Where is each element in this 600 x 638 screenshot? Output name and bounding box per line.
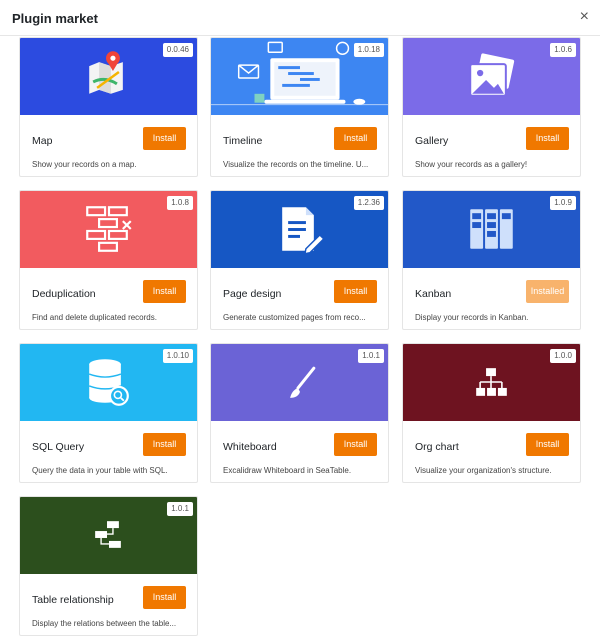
version-badge: 1.0.8 xyxy=(167,196,193,210)
install-button[interactable]: Install xyxy=(526,433,569,456)
version-badge: 1.2.36 xyxy=(353,196,384,210)
plugin-name: Table relationship xyxy=(32,594,114,606)
plugin-banner: 1.2.36 xyxy=(211,191,388,268)
plugin-description: Excalidraw Whiteboard in SeaTable. xyxy=(223,466,352,475)
version-badge: 0.0.46 xyxy=(162,43,193,57)
plugin-card-whiteboard: 1.0.1 Whiteboard Install Excalidraw Whit… xyxy=(210,343,389,483)
install-button[interactable]: Install xyxy=(526,127,569,150)
plugin-name: Deduplication xyxy=(32,288,96,300)
version-badge: 1.0.1 xyxy=(167,502,193,516)
close-icon[interactable]: × xyxy=(580,9,589,25)
plugin-description: Query the data in your table with SQL. xyxy=(32,466,168,475)
plugin-card-kanban: 1.0.9 Kanban Installed Display your reco… xyxy=(402,190,581,330)
plugin-description: Generate customized pages from reco... xyxy=(223,313,366,322)
plugin-description: Find and delete duplicated records. xyxy=(32,313,157,322)
install-button[interactable]: Install xyxy=(143,127,186,150)
plugin-card-table-relationship: 1.0.1 Table relationship Install Display… xyxy=(19,496,198,636)
plugin-description: Show your records as a gallery! xyxy=(415,160,528,169)
plugin-card-sql-query: 1.0.10 SQL Query Install Query the data … xyxy=(19,343,198,483)
version-badge: 1.0.9 xyxy=(550,196,576,210)
plugin-card-page-design: 1.2.36 Page design Install Generate cust… xyxy=(210,190,389,330)
plugin-card-gallery: 1.0.6 Gallery Install Show your records … xyxy=(402,37,581,177)
plugin-name: Timeline xyxy=(223,135,263,147)
plugin-card-map: 0.0.46 Map Install Show your records on … xyxy=(19,37,198,177)
plugin-banner: 1.0.18 xyxy=(211,38,388,115)
plugin-card-org-chart: 1.0.0 Org chart Install Visualize your o… xyxy=(402,343,581,483)
install-button[interactable]: Install xyxy=(143,280,186,303)
version-badge: 1.0.6 xyxy=(550,43,576,57)
install-button[interactable]: Install xyxy=(143,433,186,456)
installed-button[interactable]: Installed xyxy=(526,280,569,303)
plugin-banner: 1.0.0 xyxy=(403,344,580,421)
plugin-name: Page design xyxy=(223,288,282,300)
version-badge: 1.0.0 xyxy=(550,349,576,363)
plugin-description: Display your records in Kanban. xyxy=(415,313,529,322)
plugin-banner: 1.0.6 xyxy=(403,38,580,115)
plugin-name: Map xyxy=(32,135,53,147)
plugin-description: Display the relations between the table.… xyxy=(32,619,177,628)
plugin-name: SQL Query xyxy=(32,441,85,453)
dialog-header: Plugin market × xyxy=(0,0,600,36)
plugin-banner: 1.0.1 xyxy=(20,497,197,574)
plugin-card-deduplication: 1.0.8 Deduplication Install Find and del… xyxy=(19,190,198,330)
plugin-banner: 0.0.46 xyxy=(20,38,197,115)
install-button[interactable]: Install xyxy=(334,127,377,150)
plugin-description: Show your records on a map. xyxy=(32,160,137,169)
plugin-card-timeline: 1.0.18 Timeline Install Visualize the re… xyxy=(210,37,389,177)
plugin-name: Org chart xyxy=(415,441,459,453)
dialog-title: Plugin market xyxy=(12,11,98,26)
install-button[interactable]: Install xyxy=(143,586,186,609)
version-badge: 1.0.1 xyxy=(358,349,384,363)
version-badge: 1.0.10 xyxy=(162,349,193,363)
plugin-description: Visualize your organization's structure. xyxy=(415,466,552,475)
plugin-banner: 1.0.10 xyxy=(20,344,197,421)
plugin-name: Gallery xyxy=(415,135,449,147)
version-badge: 1.0.18 xyxy=(353,43,384,57)
plugin-banner: 1.0.9 xyxy=(403,191,580,268)
plugin-banner: 1.0.1 xyxy=(211,344,388,421)
plugin-banner: 1.0.8 xyxy=(20,191,197,268)
plugin-grid[interactable]: 0.0.46 Map Install Show your records on … xyxy=(0,37,600,638)
install-button[interactable]: Install xyxy=(334,280,377,303)
install-button[interactable]: Install xyxy=(334,433,377,456)
plugin-name: Kanban xyxy=(415,288,452,300)
plugin-name: Whiteboard xyxy=(223,441,277,453)
plugin-description: Visualize the records on the timeline. U… xyxy=(223,160,369,169)
